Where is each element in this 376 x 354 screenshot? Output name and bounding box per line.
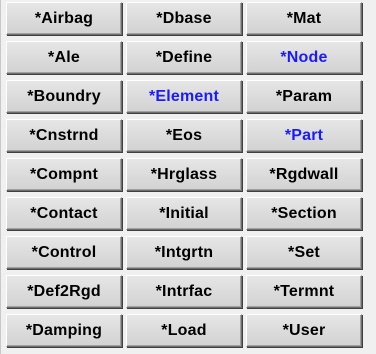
keyword-button-def2rgd[interactable]: *Def2Rgd [6, 275, 122, 308]
keyword-button-section[interactable]: *Section [246, 197, 362, 230]
keyword-button-ale[interactable]: *Ale [6, 41, 122, 74]
keyword-button-grid: *Airbag *Dbase *Mat *Ale *Define *Node *… [6, 2, 376, 347]
keyword-button-node[interactable]: *Node [246, 41, 362, 74]
keyword-button-param[interactable]: *Param [246, 80, 362, 113]
keyword-button-hrglass[interactable]: *Hrglass [126, 158, 242, 191]
keyword-button-contact[interactable]: *Contact [6, 197, 122, 230]
keyword-button-load[interactable]: *Load [126, 314, 242, 347]
keyword-button-mat[interactable]: *Mat [246, 2, 362, 35]
keyword-panel: *Airbag *Dbase *Mat *Ale *Define *Node *… [0, 0, 376, 354]
keyword-button-part[interactable]: *Part [246, 119, 362, 152]
keyword-button-intgrtn[interactable]: *Intgrtn [126, 236, 242, 269]
keyword-button-rgdwall[interactable]: *Rgdwall [246, 158, 362, 191]
keyword-button-intrfac[interactable]: *Intrfac [126, 275, 242, 308]
keyword-button-termnt[interactable]: *Termnt [246, 275, 362, 308]
keyword-button-cnstrnd[interactable]: *Cnstrnd [6, 119, 122, 152]
keyword-button-define[interactable]: *Define [126, 41, 242, 74]
keyword-button-boundry[interactable]: *Boundry [6, 80, 122, 113]
keyword-button-user[interactable]: *User [246, 314, 362, 347]
keyword-button-dbase[interactable]: *Dbase [126, 2, 242, 35]
keyword-button-initial[interactable]: *Initial [126, 197, 242, 230]
keyword-button-damping[interactable]: *Damping [6, 314, 122, 347]
keyword-button-element[interactable]: *Element [126, 80, 242, 113]
keyword-button-eos[interactable]: *Eos [126, 119, 242, 152]
keyword-button-control[interactable]: *Control [6, 236, 122, 269]
keyword-button-airbag[interactable]: *Airbag [6, 2, 122, 35]
keyword-button-set[interactable]: *Set [246, 236, 362, 269]
keyword-button-compnt[interactable]: *Compnt [6, 158, 122, 191]
